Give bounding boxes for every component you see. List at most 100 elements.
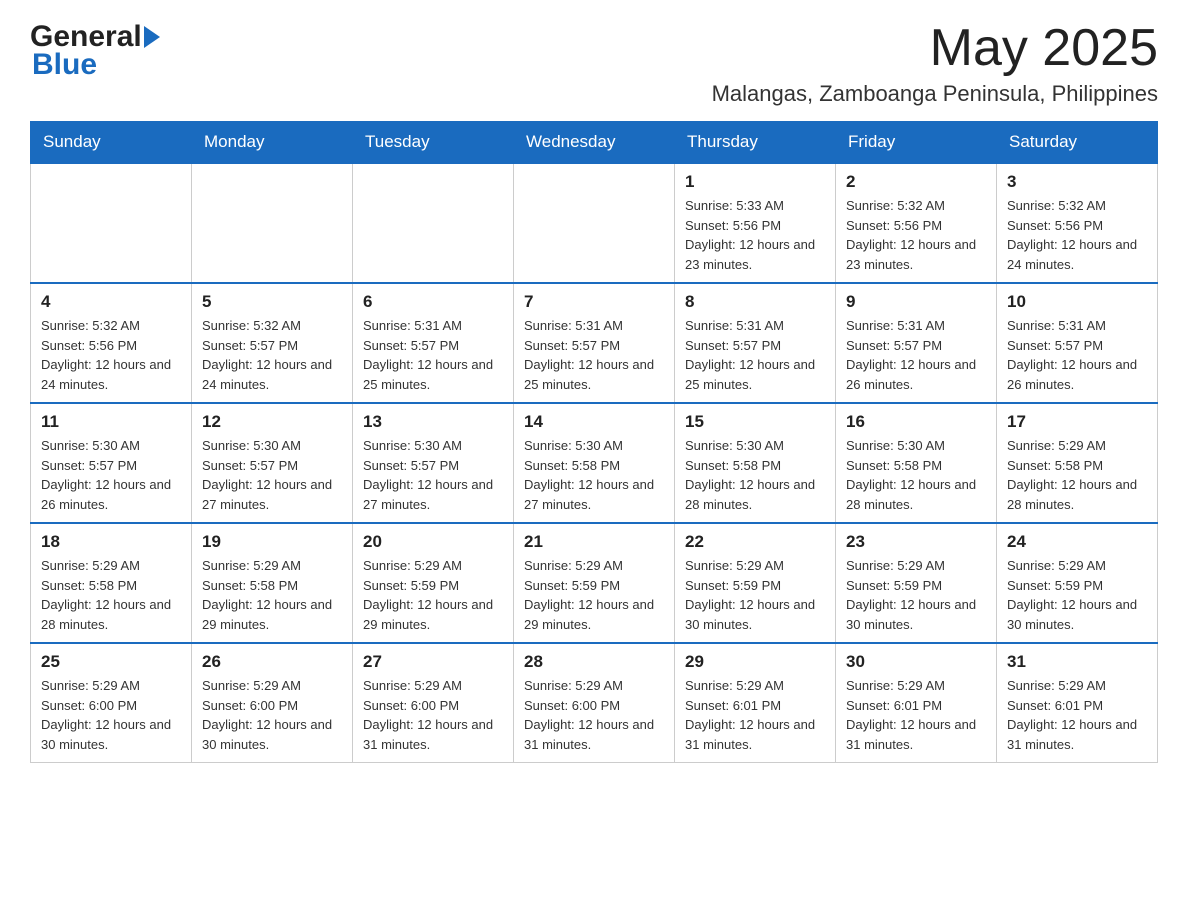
day-info: Sunrise: 5:29 AM Sunset: 6:00 PM Dayligh… [41, 676, 181, 754]
location-title: Malangas, Zamboanga Peninsula, Philippin… [712, 81, 1158, 107]
day-info: Sunrise: 5:29 AM Sunset: 6:01 PM Dayligh… [1007, 676, 1147, 754]
day-number: 25 [41, 652, 181, 672]
page-header: General Blue May 2025 Malangas, Zamboang… [30, 20, 1158, 107]
day-info: Sunrise: 5:29 AM Sunset: 6:01 PM Dayligh… [846, 676, 986, 754]
day-info: Sunrise: 5:29 AM Sunset: 6:00 PM Dayligh… [202, 676, 342, 754]
calendar-week-row: 4 Sunrise: 5:32 AM Sunset: 5:56 PM Daylig… [31, 283, 1158, 403]
calendar-week-row: 1 Sunrise: 5:33 AM Sunset: 5:56 PM Daylig… [31, 163, 1158, 283]
day-info: Sunrise: 5:31 AM Sunset: 5:57 PM Dayligh… [846, 316, 986, 394]
day-number: 26 [202, 652, 342, 672]
day-of-week-header: Saturday [997, 122, 1158, 164]
day-number: 31 [1007, 652, 1147, 672]
calendar-cell: 10Sunrise: 5:31 AM Sunset: 5:57 PM Dayli… [997, 283, 1158, 403]
calendar-cell: 20 Sunrise: 5:29 AM Sunset: 5:59 PM Dayli… [353, 523, 514, 643]
day-info: Sunrise: 5:31 AM Sunset: 5:57 PM Dayligh… [524, 316, 664, 394]
logo: General Blue [30, 20, 160, 82]
day-info: Sunrise: 5:31 AM Sunset: 5:57 PM Dayligh… [685, 316, 825, 394]
month-title: May 2025 [712, 20, 1158, 77]
calendar-cell: 5 Sunrise: 5:32 AM Sunset: 5:57 PM Daylig… [192, 283, 353, 403]
day-info: Sunrise: 5:32 AM Sunset: 5:57 PM Dayligh… [202, 316, 342, 394]
day-number: 12 [202, 412, 342, 432]
calendar-cell: 15Sunrise: 5:30 AM Sunset: 5:58 PM Dayli… [675, 403, 836, 523]
day-number: 28 [524, 652, 664, 672]
day-number: 1 [685, 172, 825, 192]
day-info: Sunrise: 5:33 AM Sunset: 5:56 PM Dayligh… [685, 196, 825, 274]
calendar-cell: 12 Sunrise: 5:30 AM Sunset: 5:57 PM Dayli… [192, 403, 353, 523]
calendar-cell: 17 Sunrise: 5:29 AM Sunset: 5:58 PM Dayli… [997, 403, 1158, 523]
day-number: 7 [524, 292, 664, 312]
day-info: Sunrise: 5:32 AM Sunset: 5:56 PM Dayligh… [41, 316, 181, 394]
day-of-week-header: Sunday [31, 122, 192, 164]
calendar-cell: 11Sunrise: 5:30 AM Sunset: 5:57 PM Dayli… [31, 403, 192, 523]
calendar-cell: 16 Sunrise: 5:30 AM Sunset: 5:58 PM Dayli… [836, 403, 997, 523]
calendar-cell: 23 Sunrise: 5:29 AM Sunset: 5:59 PM Dayli… [836, 523, 997, 643]
calendar-header-row: SundayMondayTuesdayWednesdayThursdayFrid… [31, 122, 1158, 164]
day-info: Sunrise: 5:30 AM Sunset: 5:57 PM Dayligh… [202, 436, 342, 514]
calendar-cell: 6 Sunrise: 5:31 AM Sunset: 5:57 PM Daylig… [353, 283, 514, 403]
calendar-cell: 31 Sunrise: 5:29 AM Sunset: 6:01 PM Dayli… [997, 643, 1158, 763]
calendar-cell: 7 Sunrise: 5:31 AM Sunset: 5:57 PM Daylig… [514, 283, 675, 403]
day-number: 24 [1007, 532, 1147, 552]
day-info: Sunrise: 5:29 AM Sunset: 6:00 PM Dayligh… [363, 676, 503, 754]
day-number: 23 [846, 532, 986, 552]
day-info: Sunrise: 5:31 AM Sunset: 5:57 PM Dayligh… [363, 316, 503, 394]
day-info: Sunrise: 5:30 AM Sunset: 5:58 PM Dayligh… [524, 436, 664, 514]
calendar-week-row: 11Sunrise: 5:30 AM Sunset: 5:57 PM Dayli… [31, 403, 1158, 523]
calendar-cell: 29Sunrise: 5:29 AM Sunset: 6:01 PM Dayli… [675, 643, 836, 763]
day-number: 2 [846, 172, 986, 192]
day-number: 16 [846, 412, 986, 432]
calendar-cell: 9 Sunrise: 5:31 AM Sunset: 5:57 PM Daylig… [836, 283, 997, 403]
day-info: Sunrise: 5:29 AM Sunset: 5:58 PM Dayligh… [202, 556, 342, 634]
day-of-week-header: Wednesday [514, 122, 675, 164]
day-number: 19 [202, 532, 342, 552]
day-number: 4 [41, 292, 181, 312]
calendar-cell: 8 Sunrise: 5:31 AM Sunset: 5:57 PM Daylig… [675, 283, 836, 403]
calendar-cell: 24 Sunrise: 5:29 AM Sunset: 5:59 PM Dayli… [997, 523, 1158, 643]
day-info: Sunrise: 5:29 AM Sunset: 5:58 PM Dayligh… [1007, 436, 1147, 514]
day-of-week-header: Monday [192, 122, 353, 164]
calendar-table: SundayMondayTuesdayWednesdayThursdayFrid… [30, 121, 1158, 763]
day-number: 18 [41, 532, 181, 552]
calendar-cell: 27 Sunrise: 5:29 AM Sunset: 6:00 PM Dayli… [353, 643, 514, 763]
day-number: 22 [685, 532, 825, 552]
day-number: 17 [1007, 412, 1147, 432]
day-of-week-header: Thursday [675, 122, 836, 164]
day-number: 5 [202, 292, 342, 312]
day-info: Sunrise: 5:29 AM Sunset: 5:59 PM Dayligh… [363, 556, 503, 634]
calendar-cell: 26 Sunrise: 5:29 AM Sunset: 6:00 PM Dayli… [192, 643, 353, 763]
calendar-week-row: 18 Sunrise: 5:29 AM Sunset: 5:58 PM Dayli… [31, 523, 1158, 643]
calendar-cell [514, 163, 675, 283]
day-number: 9 [846, 292, 986, 312]
day-info: Sunrise: 5:29 AM Sunset: 5:58 PM Dayligh… [41, 556, 181, 634]
calendar-cell: 21Sunrise: 5:29 AM Sunset: 5:59 PM Dayli… [514, 523, 675, 643]
day-number: 30 [846, 652, 986, 672]
day-number: 20 [363, 532, 503, 552]
logo-arrow-icon [144, 26, 160, 48]
calendar-cell: 1 Sunrise: 5:33 AM Sunset: 5:56 PM Daylig… [675, 163, 836, 283]
day-info: Sunrise: 5:29 AM Sunset: 5:59 PM Dayligh… [524, 556, 664, 634]
calendar-cell [353, 163, 514, 283]
calendar-cell: 19 Sunrise: 5:29 AM Sunset: 5:58 PM Dayli… [192, 523, 353, 643]
day-info: Sunrise: 5:30 AM Sunset: 5:57 PM Dayligh… [363, 436, 503, 514]
calendar-cell [31, 163, 192, 283]
calendar-cell: 18 Sunrise: 5:29 AM Sunset: 5:58 PM Dayli… [31, 523, 192, 643]
day-number: 8 [685, 292, 825, 312]
day-info: Sunrise: 5:31 AM Sunset: 5:57 PM Dayligh… [1007, 316, 1147, 394]
calendar-cell: 3Sunrise: 5:32 AM Sunset: 5:56 PM Daylig… [997, 163, 1158, 283]
day-number: 14 [524, 412, 664, 432]
day-number: 27 [363, 652, 503, 672]
day-of-week-header: Friday [836, 122, 997, 164]
calendar-cell: 28 Sunrise: 5:29 AM Sunset: 6:00 PM Dayli… [514, 643, 675, 763]
calendar-cell: 2Sunrise: 5:32 AM Sunset: 5:56 PM Daylig… [836, 163, 997, 283]
calendar-cell: 30 Sunrise: 5:29 AM Sunset: 6:01 PM Dayli… [836, 643, 997, 763]
calendar-cell: 22 Sunrise: 5:29 AM Sunset: 5:59 PM Dayli… [675, 523, 836, 643]
day-info: Sunrise: 5:29 AM Sunset: 6:00 PM Dayligh… [524, 676, 664, 754]
day-number: 13 [363, 412, 503, 432]
day-info: Sunrise: 5:29 AM Sunset: 5:59 PM Dayligh… [846, 556, 986, 634]
day-info: Sunrise: 5:29 AM Sunset: 5:59 PM Dayligh… [1007, 556, 1147, 634]
title-section: May 2025 Malangas, Zamboanga Peninsula, … [712, 20, 1158, 107]
day-info: Sunrise: 5:30 AM Sunset: 5:58 PM Dayligh… [846, 436, 986, 514]
calendar-cell: 14 Sunrise: 5:30 AM Sunset: 5:58 PM Dayli… [514, 403, 675, 523]
day-info: Sunrise: 5:29 AM Sunset: 5:59 PM Dayligh… [685, 556, 825, 634]
day-number: 6 [363, 292, 503, 312]
